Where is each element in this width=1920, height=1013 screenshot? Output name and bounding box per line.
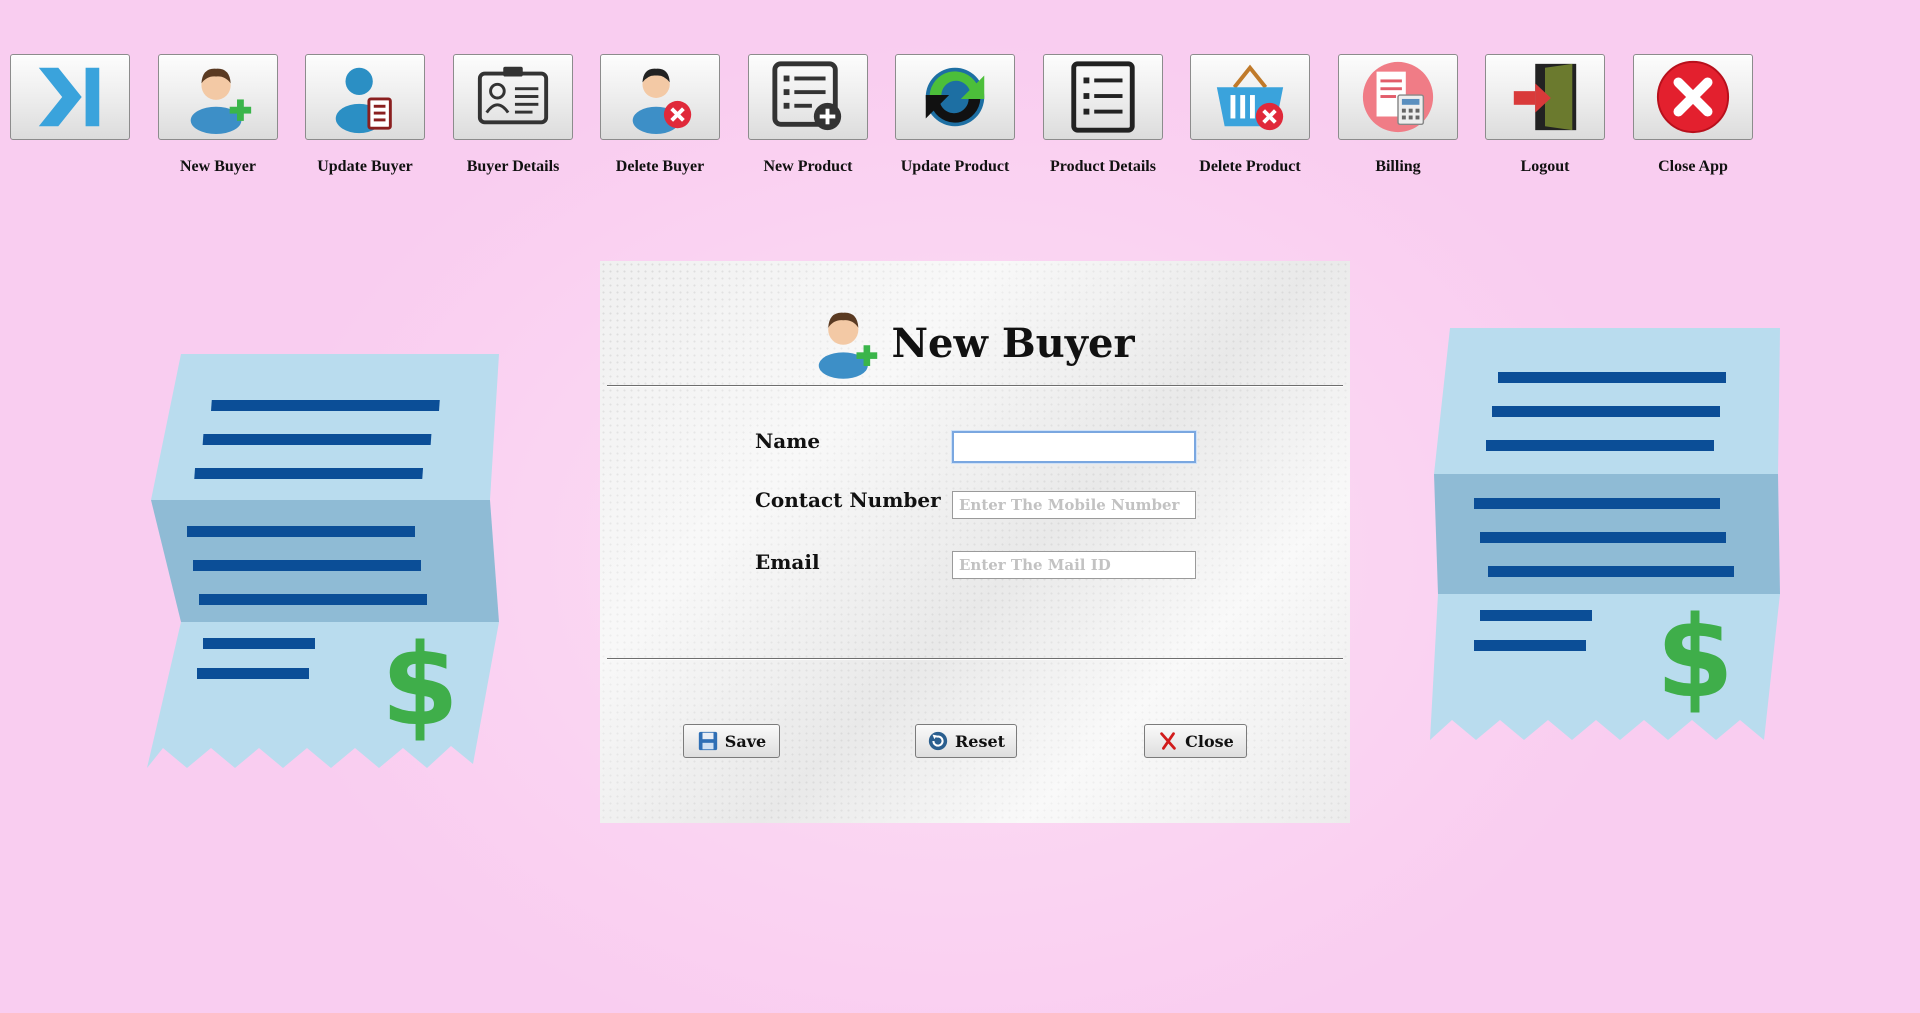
panel-title: New Buyer bbox=[600, 309, 1350, 385]
toolbar-item-toggle[interactable] bbox=[10, 54, 130, 140]
add-list-icon bbox=[772, 61, 842, 131]
reset-icon bbox=[928, 731, 948, 751]
new-product-button[interactable] bbox=[748, 54, 868, 140]
new-buyer-panel: New Buyer Name Contact Number Email Save… bbox=[600, 261, 1350, 823]
update-buyer-button[interactable] bbox=[305, 54, 425, 140]
buyer-details-label: Buyer Details bbox=[466, 158, 560, 175]
name-field[interactable] bbox=[952, 431, 1196, 463]
logout-door-icon bbox=[1513, 63, 1577, 131]
remove-user-icon bbox=[632, 68, 692, 135]
toolbar: New Buyer Update Buyer Buyer Details Del… bbox=[0, 0, 1920, 190]
divider-bottom bbox=[607, 658, 1343, 660]
delete-product-button[interactable] bbox=[1190, 54, 1310, 140]
toolbar-item-update-buyer[interactable]: Update Buyer bbox=[305, 54, 425, 175]
toolbar-item-update-product[interactable]: Update Product bbox=[895, 54, 1015, 175]
new-buyer-label: New Buyer bbox=[180, 158, 256, 175]
email-field[interactable] bbox=[952, 551, 1196, 579]
update-buyer-label: Update Buyer bbox=[317, 158, 413, 175]
close-circle-icon bbox=[1656, 60, 1730, 134]
add-user-icon bbox=[819, 312, 878, 379]
edit-user-icon bbox=[335, 67, 392, 134]
toolbar-item-product-details[interactable]: Product Details bbox=[1043, 54, 1163, 175]
list-icon bbox=[1071, 61, 1135, 133]
panel-title-text: New Buyer bbox=[891, 320, 1135, 367]
logout-button[interactable] bbox=[1485, 54, 1605, 140]
contact-number-field[interactable] bbox=[952, 491, 1196, 519]
id-card-icon bbox=[477, 66, 549, 125]
reset-button[interactable]: Reset bbox=[915, 724, 1017, 758]
product-details-label: Product Details bbox=[1050, 158, 1156, 175]
basket-remove-icon bbox=[1216, 64, 1284, 131]
receipt-illustration-left: $ bbox=[147, 354, 499, 768]
billing-calculator-icon bbox=[1362, 61, 1434, 133]
toolbar-item-delete-product[interactable]: Delete Product bbox=[1190, 54, 1310, 175]
toolbar-item-new-buyer[interactable]: New Buyer bbox=[158, 54, 278, 175]
logout-label: Logout bbox=[1520, 158, 1570, 175]
dollar-sign-icon: $ bbox=[381, 621, 459, 751]
close-app-button[interactable] bbox=[1633, 54, 1753, 140]
close-button-label: Close bbox=[1185, 731, 1234, 751]
floppy-disk-icon bbox=[698, 731, 717, 751]
email-label: Email bbox=[755, 550, 820, 574]
collapse-toggle-icon bbox=[38, 67, 100, 127]
buyer-details-button[interactable] bbox=[453, 54, 573, 140]
dollar-sign-icon: $ bbox=[1656, 593, 1734, 723]
toolbar-item-buyer-details[interactable]: Buyer Details bbox=[453, 54, 573, 175]
divider-top bbox=[607, 385, 1343, 387]
name-label: Name bbox=[755, 429, 821, 453]
new-buyer-button[interactable] bbox=[158, 54, 278, 140]
billing-label: Billing bbox=[1375, 158, 1421, 175]
toggle-button[interactable] bbox=[10, 54, 130, 140]
refresh-icon bbox=[925, 67, 985, 127]
close-button[interactable]: Close bbox=[1144, 724, 1247, 758]
receipt-illustration-right: $ bbox=[1430, 328, 1780, 740]
contact-number-label: Contact Number bbox=[755, 488, 941, 512]
update-product-label: Update Product bbox=[900, 158, 1010, 175]
close-x-icon bbox=[1160, 732, 1176, 750]
toolbar-item-logout[interactable]: Logout bbox=[1485, 54, 1605, 175]
delete-product-label: Delete Product bbox=[1199, 158, 1301, 175]
toolbar-item-close-app[interactable]: Close App bbox=[1633, 54, 1753, 175]
toolbar-item-new-product[interactable]: New Product bbox=[748, 54, 868, 175]
save-button[interactable]: Save bbox=[683, 724, 780, 758]
toolbar-item-billing[interactable]: Billing bbox=[1338, 54, 1458, 175]
product-details-button[interactable] bbox=[1043, 54, 1163, 140]
delete-buyer-button[interactable] bbox=[600, 54, 720, 140]
save-button-label: Save bbox=[724, 731, 767, 751]
billing-button[interactable] bbox=[1338, 54, 1458, 140]
new-product-label: New Product bbox=[763, 158, 853, 175]
add-user-icon bbox=[190, 68, 252, 135]
reset-button-label: Reset bbox=[954, 731, 1006, 751]
close-app-label: Close App bbox=[1658, 158, 1728, 175]
delete-buyer-label: Delete Buyer bbox=[615, 158, 705, 175]
toolbar-item-delete-buyer[interactable]: Delete Buyer bbox=[600, 54, 720, 175]
update-product-button[interactable] bbox=[895, 54, 1015, 140]
